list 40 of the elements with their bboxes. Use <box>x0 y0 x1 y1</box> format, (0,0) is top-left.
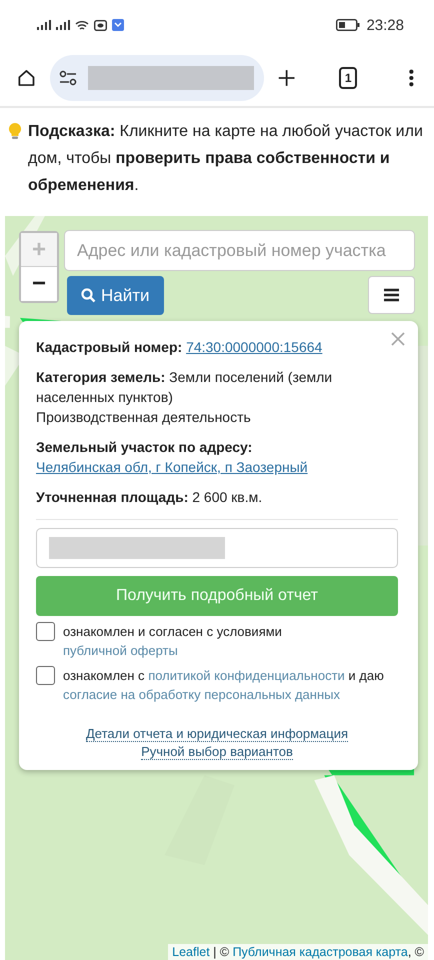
search-field[interactable]: Адрес или кадастровый номер участка <box>64 230 415 271</box>
search-icon <box>81 288 96 303</box>
app-icon <box>112 19 124 31</box>
info-row-text: Земельный участок по адресу: Челябинская обл, г Копейск, п Заозерный <box>36 438 309 477</box>
email-field[interactable] <box>36 528 398 568</box>
checkbox[interactable] <box>36 666 55 685</box>
info-link[interactable]: 74:30:0000000:15664 <box>186 339 322 355</box>
signal-icon <box>37 20 51 30</box>
agreement-link[interactable]: политикой конфиденциальности <box>148 668 345 683</box>
report-button[interactable]: Получить подробный отчет <box>36 576 398 616</box>
agreement-text: ознакомлен и согласен с условиями публичной оферты <box>63 623 283 660</box>
plus-icon[interactable] <box>278 67 296 89</box>
attribution-text: , © <box>408 945 424 959</box>
menu-button[interactable] <box>368 276 415 314</box>
lightbulb-icon <box>8 122 22 140</box>
attribution-text: | © <box>212 945 230 959</box>
clock-time: 23:28 <box>366 16 404 34</box>
menu-icon <box>384 288 399 302</box>
info-row-text: Категория земель: Земли поселений (земли населенных пунктов) <box>36 368 334 407</box>
info-note: Производственная деятельность <box>36 408 252 427</box>
footer-link[interactable]: Детали отчета и юридическая информация <box>86 726 348 742</box>
wifi-icon <box>75 20 89 30</box>
attribution-link[interactable]: Публичная кадастровая карта <box>232 945 408 959</box>
info-row-text: Уточненная площадь: 2 600 кв.м. <box>36 488 264 507</box>
signal-icon <box>56 20 70 30</box>
site-settings-icon[interactable] <box>58 70 78 86</box>
info-link[interactable]: Челябинская обл, г Копейск, п Заозерный <box>36 459 308 475</box>
footer-link[interactable]: Ручной выбор вариантов <box>141 744 293 760</box>
tab-count-button[interactable]: 1 <box>339 67 358 89</box>
more-menu-icon[interactable] <box>409 67 414 89</box>
info-row-text: Кадастровый номер: 74:30:0000000:15664 <box>36 338 324 357</box>
checkbox[interactable] <box>36 622 55 641</box>
battery-icon <box>336 19 360 31</box>
agreement-link[interactable]: согласие на обработку персональных данных <box>63 687 340 702</box>
agreement-text: ознакомлен с политикой конфиденциальности и даю согласие на обработку персональных данных <box>63 667 385 704</box>
app-icon <box>94 20 107 30</box>
find-button[interactable]: Найти <box>67 276 164 315</box>
hint-text: Подсказка: Кликните на карте на любой участок или дом, чтобы проверить права собственности и обременения. <box>28 122 424 196</box>
agreement-link[interactable]: публичной оферты <box>63 643 178 658</box>
attribution-link[interactable]: Leaflet <box>172 945 210 959</box>
